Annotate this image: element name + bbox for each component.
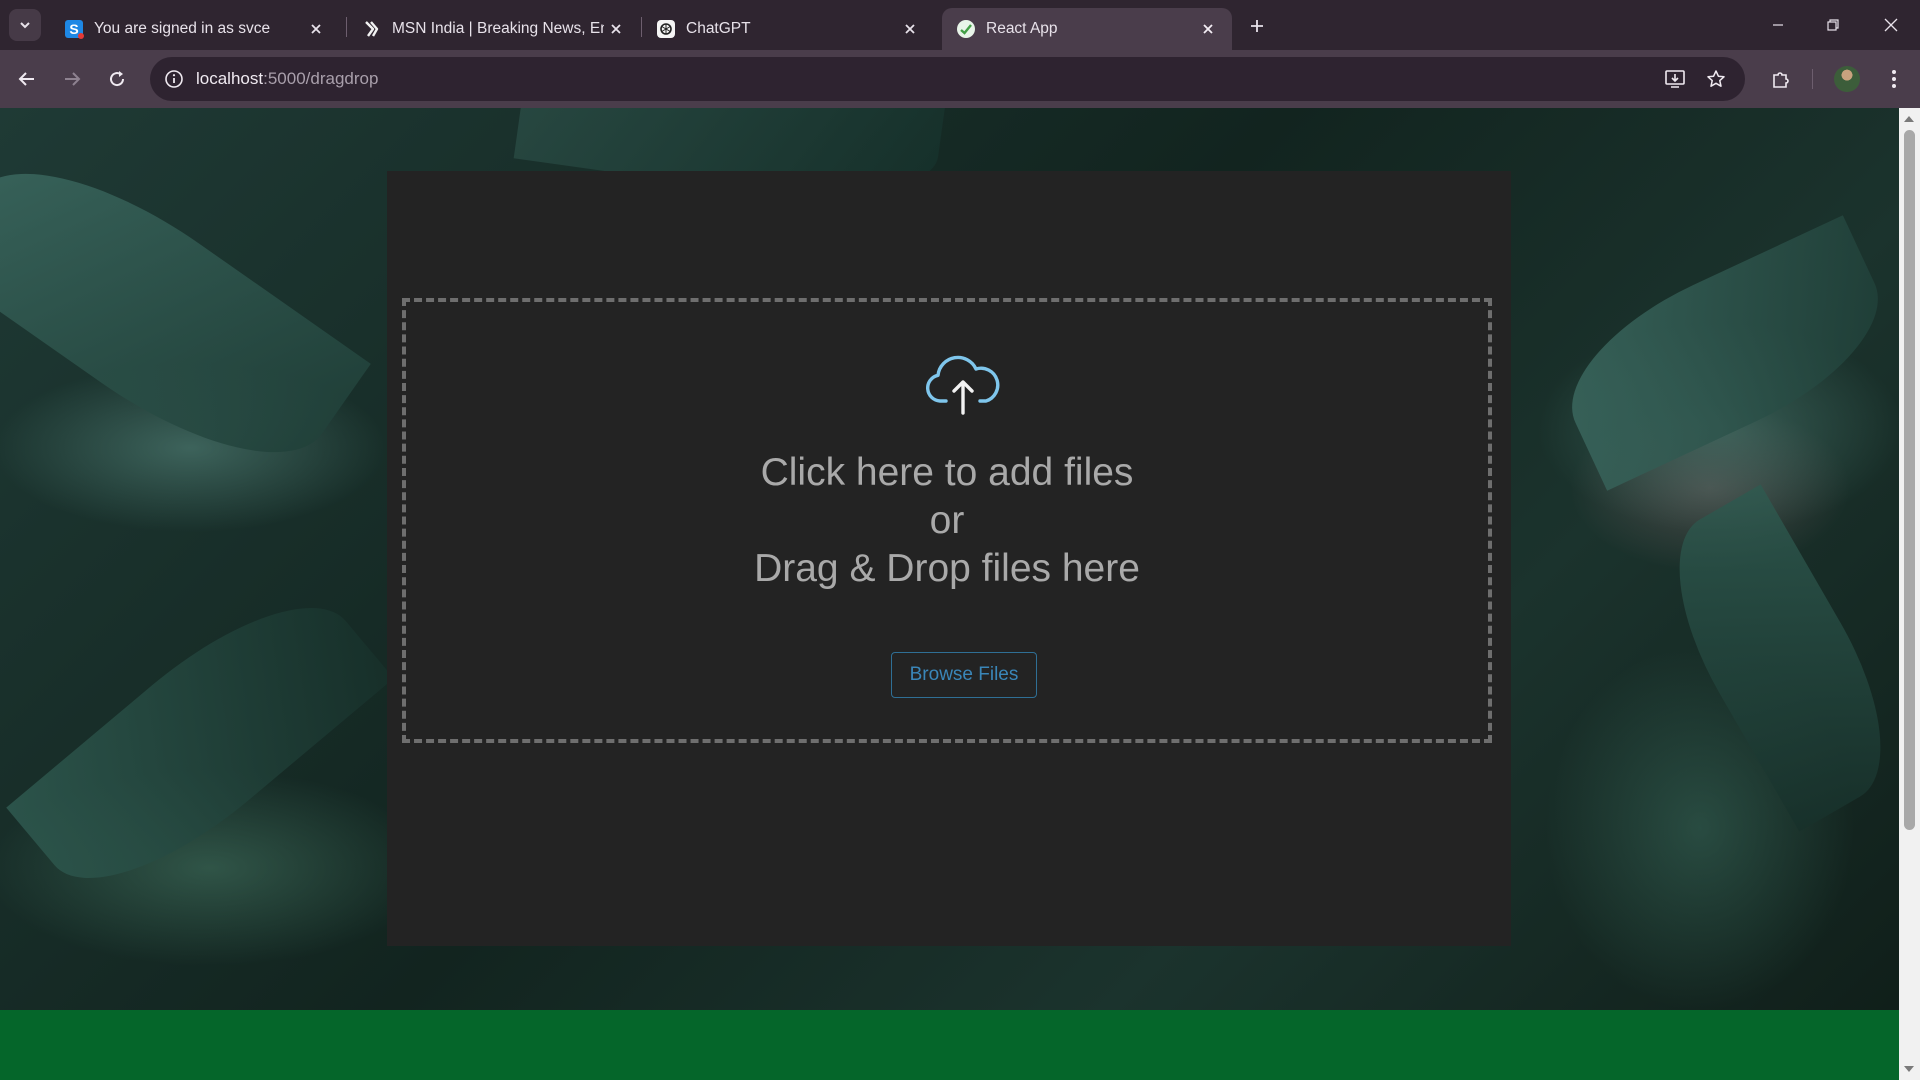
new-tab-button[interactable] [1243,12,1271,40]
page-viewport: Click here to add files or Drag & Drop f… [0,108,1899,1080]
file-dropzone[interactable]: Click here to add files or Drag & Drop f… [402,298,1492,743]
forward-button[interactable] [56,63,88,95]
footer-bar [0,1010,1899,1080]
scrollbar-thumb[interactable] [1904,130,1915,830]
close-tab-icon[interactable] [898,17,922,41]
react-icon [956,19,976,39]
tab-title: You are signed in as svce [94,20,271,37]
tab-chatgpt[interactable]: ChatGPT [642,8,934,50]
restore-icon [1827,19,1839,31]
dropzone-primary-text: Click here to add files [760,451,1134,494]
background-leaf [0,122,371,504]
dropzone-or-text: or [929,499,965,542]
tab-msn[interactable]: MSN India | Breaking News, Ent [348,8,640,50]
cloud-upload-icon [926,355,1000,415]
close-icon [1884,18,1898,32]
tab-title: ChatGPT [686,20,751,37]
background-leaf [1543,215,1899,491]
close-tab-icon[interactable] [604,17,628,41]
minimize-icon [1773,24,1783,26]
svg-text:S: S [69,21,78,37]
url-text: localhost:5000/dragdrop [196,69,378,89]
close-window-button[interactable] [1869,8,1913,42]
close-tab-icon[interactable] [304,17,328,41]
s-letter-icon: S [64,19,84,39]
arrow-right-icon [65,72,81,86]
scroll-up-arrow-icon[interactable] [1904,116,1914,122]
toolbar-separator [1812,69,1813,89]
browser-toolbar: localhost:5000/dragdrop [0,50,1920,108]
browse-files-button[interactable]: Browse Files [891,652,1037,698]
arrow-left-icon [18,72,34,86]
tab-signed-in[interactable]: S You are signed in as svce [50,8,340,50]
scroll-down-arrow-icon[interactable] [1904,1066,1914,1072]
restore-button[interactable] [1811,8,1855,42]
background-leaf [1639,484,1899,832]
back-button[interactable] [11,63,43,95]
kebab-menu-icon [1892,70,1896,88]
tab-react-app[interactable]: React App [942,8,1232,50]
tab-title: React App [986,20,1058,37]
msn-icon [362,19,382,39]
tab-search-button[interactable] [9,9,41,41]
plus-icon [1251,20,1263,32]
extensions-button[interactable] [1765,63,1797,95]
tab-strip: S You are signed in as svce MSN India | … [0,0,1920,50]
chatgpt-icon [656,19,676,39]
chevron-down-icon [20,22,30,29]
address-bar[interactable]: localhost:5000/dragdrop [150,57,1745,101]
bookmark-button[interactable] [1702,65,1730,93]
star-icon [1707,70,1725,87]
close-tab-icon[interactable] [1196,17,1220,41]
minimize-button[interactable] [1756,8,1800,42]
install-app-button[interactable] [1661,65,1689,93]
vertical-scrollbar[interactable] [1899,108,1920,1080]
upload-card: Click here to add files or Drag & Drop f… [387,171,1511,946]
tab-separator [346,17,347,37]
reload-button[interactable] [101,63,133,95]
tab-title: MSN India | Breaking News, Ent [392,20,604,37]
menu-button[interactable] [1878,63,1910,95]
puzzle-icon [1773,72,1789,88]
url-path: :5000/dragdrop [263,69,379,88]
site-info-icon[interactable] [162,67,186,91]
background-leaf [6,563,394,923]
dropzone-secondary-text: Drag & Drop files here [754,547,1140,590]
avatar[interactable] [1834,66,1860,92]
reload-icon [110,71,125,87]
url-host: localhost [196,69,264,88]
install-icon [1665,70,1685,88]
